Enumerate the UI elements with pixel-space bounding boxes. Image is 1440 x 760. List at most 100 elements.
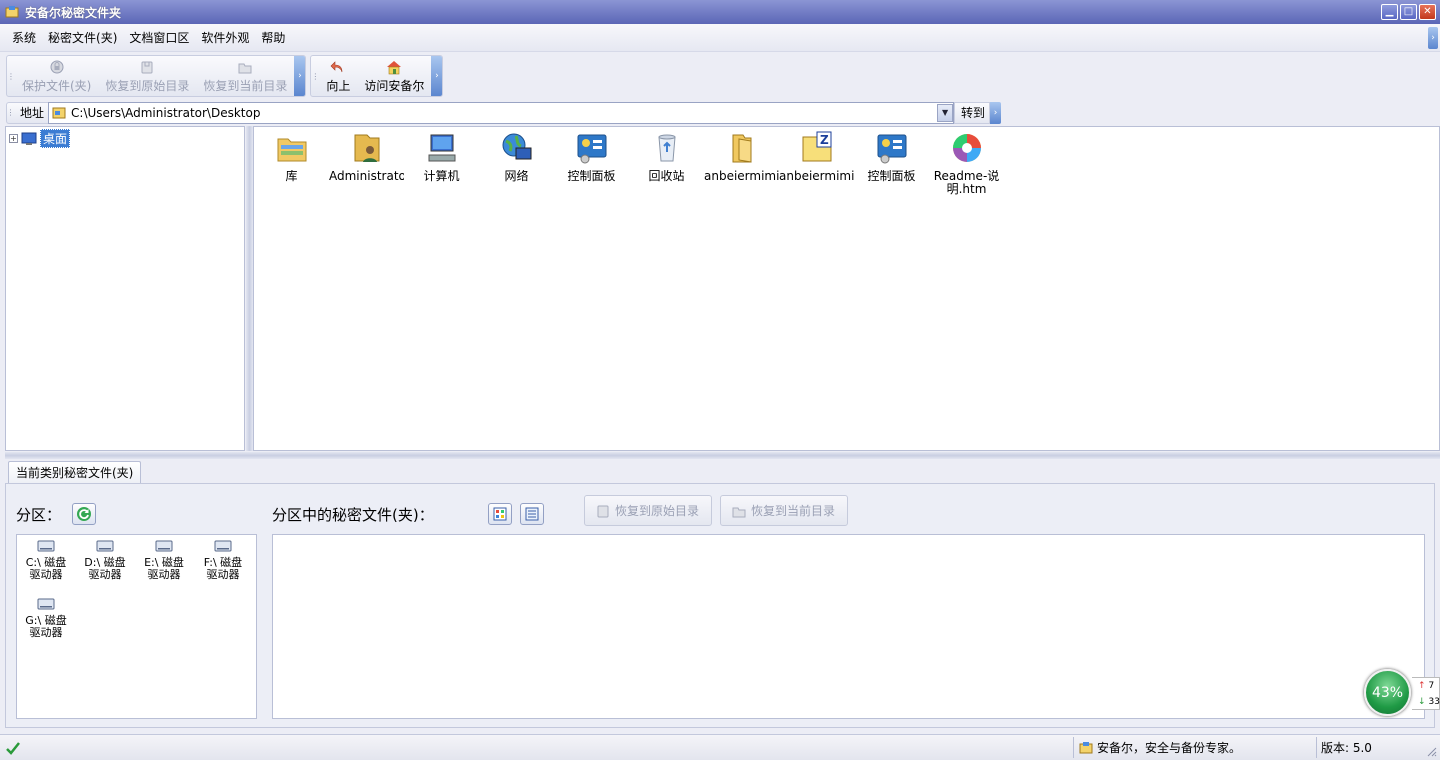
expand-plus-icon[interactable]: +	[9, 134, 18, 143]
folder-tree[interactable]: + 桌面	[5, 126, 245, 451]
secret-files-list[interactable]	[272, 534, 1425, 719]
drive-item-f[interactable]: F:\ 磁盘 驱动器	[194, 539, 252, 581]
file-item[interactable]: 控制面板	[554, 131, 629, 183]
address-bar: ⋮ 地址 C:\Users\Administrator\Desktop ▼ 转到…	[0, 100, 1440, 125]
file-label: anbeiermimi...	[704, 170, 779, 183]
menu-appearance[interactable]: 软件外观	[195, 29, 255, 46]
file-item[interactable]: 库	[254, 131, 329, 183]
restore-current-button[interactable]: 恢复到当前目录	[196, 56, 294, 96]
toolbar: ⋮ 保护文件(夹) 恢复到原始目录 恢复到当前目录 › ⋮ 向上 访问安备尔 ›	[0, 53, 1440, 99]
file-item[interactable]: 控制面板	[854, 131, 929, 183]
grid-view-icon	[493, 507, 507, 521]
toolbar-grip-icon[interactable]: ⋮	[311, 56, 319, 96]
maximize-icon: □	[1403, 6, 1414, 17]
file-item[interactable]: Z anbeiermimi...	[779, 131, 854, 183]
list-view-button[interactable]	[520, 503, 544, 525]
restore-current-icon	[238, 63, 252, 73]
address-value: C:\Users\Administrator\Desktop	[71, 105, 261, 120]
hard-drive-icon	[37, 598, 55, 610]
file-item[interactable]: 回收站	[629, 131, 704, 183]
drive-item-e[interactable]: E:\ 磁盘 驱动器	[135, 539, 193, 581]
address-dropdown-chevron-down-icon[interactable]: ▼	[937, 103, 954, 122]
drive-list[interactable]: C:\ 磁盘 驱动器 D:\ 磁盘 驱动器 E:\ 磁盘 驱动器 F:\ 磁盘 驱动器 …	[16, 534, 257, 719]
secret-files-label: 分区中的秘密文件(夹)：	[272, 506, 434, 524]
restore-original-icon	[141, 61, 153, 73]
app-icon	[5, 6, 19, 18]
toolbar-overflow-chevron-icon[interactable]: ›	[431, 56, 443, 96]
file-item[interactable]: anbeiermimi...	[704, 131, 779, 183]
status-message: 安备尔，安全与备份专家。	[1097, 741, 1242, 755]
drive-item-d[interactable]: D:\ 磁盘 驱动器	[76, 539, 134, 581]
visit-anbeier-button[interactable]: 访问安备尔	[357, 56, 431, 96]
menu-system[interactable]: 系统	[6, 29, 42, 46]
drive-label-line2: 驱动器	[147, 568, 181, 581]
toolbar-grip-icon[interactable]: ⋮	[7, 56, 15, 96]
restore-current-label: 恢复到当前目录	[203, 78, 288, 93]
folder-icon	[732, 134, 751, 163]
checkmark-icon	[6, 741, 20, 755]
menu-document-area[interactable]: 文档窗口区	[123, 29, 195, 46]
desktop-folder-icon	[52, 107, 66, 118]
control-panel-icon	[877, 134, 906, 164]
svg-text:Z: Z	[820, 133, 829, 147]
control-panel-icon	[577, 134, 606, 164]
usage-ball[interactable]: 43%	[1364, 669, 1411, 716]
file-item[interactable]: 计算机	[404, 131, 479, 183]
resize-grip-icon[interactable]	[1425, 745, 1437, 757]
status-version-cell: 版本: 5.0	[1316, 737, 1420, 758]
large-icon-view-button[interactable]	[488, 503, 512, 525]
restore-original-button[interactable]: 恢复到原始目录	[98, 56, 196, 96]
go-up-button[interactable]: 向上	[319, 56, 357, 96]
status-version: 版本: 5.0	[1321, 741, 1372, 755]
file-label: 回收站	[648, 170, 685, 183]
drive-item-g[interactable]: G:\ 磁盘 驱动器	[17, 597, 75, 639]
minimize-button[interactable]: ▁	[1381, 4, 1398, 20]
tree-item-desktop[interactable]: + 桌面	[9, 129, 71, 148]
close-button[interactable]: ✕	[1419, 4, 1436, 20]
tab-panel: 分区： 分区中的秘密文件(夹)： 恢复到原始目录 恢复到当前目录 C:\ 磁盘驱…	[5, 483, 1435, 728]
upload-value: 7	[1428, 681, 1435, 691]
desktop-icon	[21, 132, 37, 145]
go-to-button[interactable]: 转到	[954, 101, 991, 124]
protect-files-button[interactable]: 保护文件(夹)	[15, 56, 98, 96]
horizontal-splitter[interactable]	[5, 452, 1440, 459]
menubar-overflow-chevron-icon[interactable]: ›	[1428, 26, 1438, 49]
addressbar-overflow-chevron-icon[interactable]: ›	[990, 101, 1002, 124]
tab-current-category[interactable]: 当前类别秘密文件(夹)	[8, 461, 142, 483]
vertical-splitter[interactable]	[246, 126, 253, 451]
restore-original-label: 恢复到原始目录	[105, 78, 190, 93]
minimize-icon: ▁	[1385, 6, 1394, 17]
zip-archive-icon: Z	[802, 131, 831, 162]
download-value: 33	[1428, 697, 1440, 707]
toolbar-overflow-chevron-icon[interactable]: ›	[294, 56, 306, 96]
maximize-button[interactable]: □	[1400, 4, 1417, 20]
title-bar: 安备尔秘密文件夹 ▁ □ ✕	[0, 0, 1440, 24]
visit-anbeier-label: 访问安备尔	[364, 78, 425, 93]
addressbar-grip-icon[interactable]: ⋮	[6, 101, 15, 124]
menu-help[interactable]: 帮助	[255, 29, 291, 46]
restore-current-bottom-button[interactable]: 恢复到当前目录	[720, 495, 849, 526]
browser-doc-icon	[952, 134, 981, 162]
hard-drive-icon	[155, 540, 173, 552]
partition-label: 分区：	[16, 506, 62, 524]
restore-original-bottom-label: 恢复到原始目录	[615, 504, 700, 518]
download-arrow-icon: ↓	[1418, 697, 1426, 707]
menu-secret-files[interactable]: 秘密文件(夹)	[42, 29, 123, 46]
restore-original-icon	[597, 505, 609, 517]
network-icon	[502, 133, 531, 160]
file-item[interactable]: 网络	[479, 131, 554, 183]
library-folder-icon	[277, 138, 306, 162]
file-view[interactable]: 库 Administrator 计算机 网络 控制面板 回收站 anbeierm…	[253, 126, 1440, 451]
address-input[interactable]: C:\Users\Administrator\Desktop ▼	[48, 101, 955, 124]
file-item[interactable]: Administrator	[329, 131, 404, 183]
restore-original-bottom-button[interactable]: 恢复到原始目录	[584, 495, 713, 526]
file-label: anbeiermimi...	[779, 170, 854, 183]
user-folder-icon	[354, 134, 379, 162]
refresh-button[interactable]	[72, 503, 96, 525]
file-item[interactable]: Readme-说明.htm	[929, 131, 1004, 196]
network-monitor-widget[interactable]: ↑ 7 ↓ 33 43%	[1364, 669, 1440, 717]
file-label: 网络	[504, 170, 529, 183]
anbeier-logo-icon	[1079, 741, 1093, 753]
computer-icon	[428, 134, 455, 162]
drive-item-c[interactable]: C:\ 磁盘 驱动器	[17, 539, 75, 581]
